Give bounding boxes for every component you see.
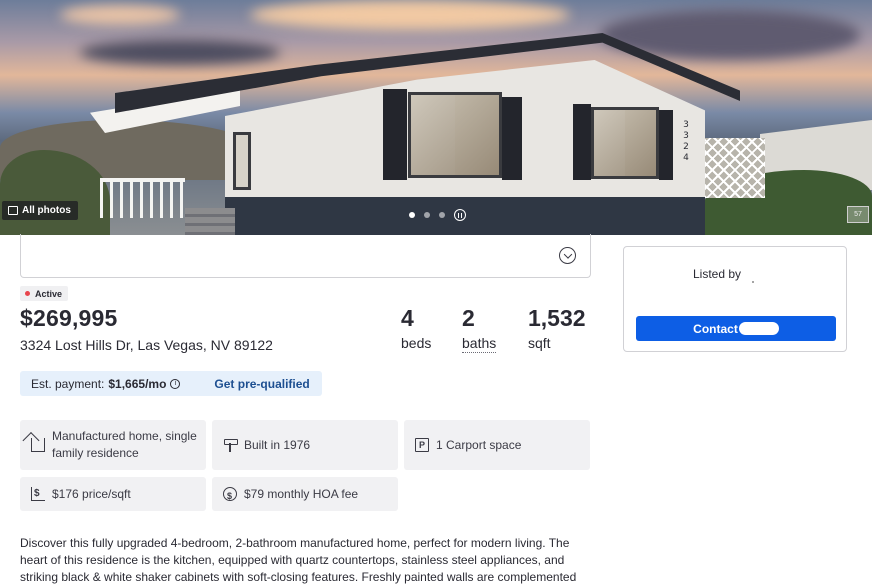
price-per-sqft-text: $176 price/sqft	[52, 486, 131, 501]
carousel-dot[interactable]	[424, 212, 430, 218]
get-prequalified-link[interactable]: Get pre-qualified	[214, 377, 309, 391]
window-shutter	[502, 97, 522, 180]
hoa-fee-icon	[223, 487, 237, 505]
beds-value: 4	[401, 305, 414, 331]
collapsible-panel	[20, 234, 591, 278]
house-window	[591, 107, 659, 179]
all-photos-button[interactable]: All photos	[2, 201, 78, 220]
baths-stat[interactable]: 2 baths	[462, 305, 497, 353]
status-dot-icon	[25, 291, 30, 296]
baths-value: 2	[462, 305, 475, 331]
pause-icon[interactable]	[454, 209, 466, 221]
est-payment-label: Est. payment:	[31, 376, 105, 391]
listing-photo[interactable]: 3 3 2 4	[0, 0, 872, 235]
info-icon[interactable]: i	[170, 378, 181, 389]
sqft-label: sqft	[528, 335, 551, 351]
all-photos-label: All photos	[22, 205, 71, 216]
listed-by-label: Listed by	[693, 267, 742, 281]
carousel-dot[interactable]	[409, 212, 415, 218]
home-icon	[31, 438, 45, 452]
contact-label: Contact	[693, 321, 738, 336]
sqft-stat: 1,532 sqft	[528, 305, 586, 351]
fact-parking: P 1 Carport space	[404, 420, 590, 470]
contact-agent-button[interactable]: Contact	[636, 316, 836, 341]
listing-price: $269,995	[20, 305, 118, 331]
window-shutter	[383, 89, 407, 180]
home-type-line1: Manufactured home, single	[52, 429, 197, 443]
sqft-value: 1,532	[528, 305, 586, 331]
window-shutter	[659, 110, 673, 180]
parking-text: 1 Carport space	[436, 437, 522, 452]
sky-cloud	[80, 40, 280, 65]
lattice-fence	[705, 138, 765, 198]
beds-label: beds	[401, 335, 432, 351]
parking-icon: P	[415, 438, 429, 452]
window-shutter	[573, 104, 591, 180]
estimated-payment-bar: Est. payment: $1,665/mo i Get pre-qualif…	[20, 371, 322, 396]
hammer-icon	[223, 438, 238, 452]
redacted-agent-name	[738, 322, 779, 335]
house-window	[233, 132, 251, 190]
house-window	[408, 92, 502, 178]
photos-icon	[8, 206, 18, 215]
photo-thumbnail[interactable]: 57	[847, 206, 869, 223]
sky-cloud	[60, 5, 180, 25]
status-badge: Active	[20, 286, 69, 301]
carousel-dot[interactable]	[439, 212, 445, 218]
listing-description: Discover this fully upgraded 4-bedroom, …	[20, 536, 577, 584]
fact-home-type: Manufactured home, single family residen…	[20, 420, 206, 470]
listing-address: 3324 Lost Hills Dr, Las Vegas, NV 89122	[20, 337, 273, 353]
listed-by-card: Listed by Contact	[623, 246, 847, 352]
porch-railing	[100, 178, 185, 218]
price-per-sqft-icon	[31, 485, 45, 502]
fact-price-per-sqft: $176 price/sqft	[20, 477, 206, 511]
fact-year-built: Built in 1976	[212, 420, 398, 470]
fact-hoa: $79 monthly HOA fee	[212, 477, 398, 511]
status-label: Active	[35, 288, 63, 299]
beds-stat: 4 beds	[401, 305, 431, 351]
hoa-fee-text: $79 monthly HOA fee	[244, 486, 359, 501]
agent-name-redacted	[752, 281, 754, 283]
porch-stairs	[185, 208, 235, 235]
est-payment-amount: $1,665/mo	[108, 376, 167, 391]
sky-cloud	[250, 0, 570, 30]
carousel-indicators	[409, 209, 466, 221]
house-number: 3 3 2 4	[683, 120, 689, 163]
baths-label[interactable]: baths	[462, 335, 497, 353]
year-built-text: Built in 1976	[244, 437, 311, 452]
home-type-line2: family residence	[52, 446, 139, 460]
chevron-down-icon[interactable]	[559, 247, 576, 264]
